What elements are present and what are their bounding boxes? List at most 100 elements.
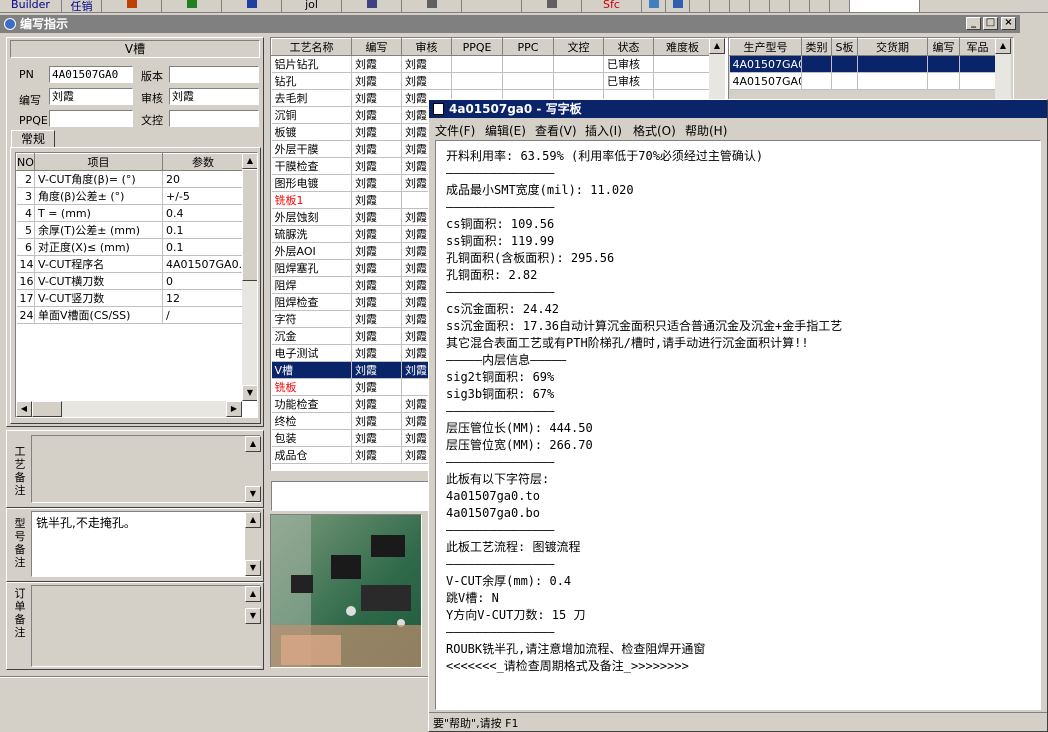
model-cell[interactable]	[831, 72, 858, 90]
model-row[interactable]: 4A01507GA0	[729, 55, 996, 73]
process-author-cell[interactable]: 刘霞	[351, 310, 402, 328]
print-icon[interactable]	[810, 0, 830, 12]
toolbar-icon-1[interactable]	[102, 0, 162, 12]
param-no-cell[interactable]: 24	[16, 306, 35, 324]
process-row[interactable]: 钻孔 刘霞 刘霞 已审核	[271, 72, 712, 90]
process-name-cell[interactable]: 图形电镀	[271, 174, 352, 192]
param-value-cell[interactable]: 0.4	[162, 204, 244, 222]
version-field[interactable]	[169, 66, 259, 83]
process-col-header[interactable]: 状态	[603, 38, 654, 56]
col-param[interactable]: 参数	[162, 153, 244, 171]
process-name-cell[interactable]: 外层干膜	[271, 140, 352, 158]
param-row[interactable]: 3 角度(β)公差± (°) +/-5	[16, 187, 244, 205]
param-no-cell[interactable]: 16	[16, 272, 35, 290]
process-detail-field[interactable]	[271, 481, 431, 511]
param-item-cell[interactable]: V-CUT角度(β)= (°)	[34, 170, 163, 188]
process-empty-cell[interactable]	[502, 72, 554, 90]
order-notes-textarea[interactable]	[31, 585, 261, 667]
ppqe-field[interactable]	[49, 110, 133, 127]
cut-icon[interactable]	[710, 0, 730, 12]
toolbar-icon-8[interactable]	[642, 0, 666, 12]
model-col-header[interactable]: 生产型号	[729, 38, 802, 56]
col-item[interactable]: 项目	[34, 153, 163, 171]
process-author-cell[interactable]: 刘霞	[351, 446, 402, 464]
process-col-header[interactable]: 难度板	[653, 38, 712, 56]
model-cell[interactable]	[927, 55, 960, 73]
process-name-cell[interactable]: 去毛刺	[271, 89, 352, 107]
param-table-hscrollbar[interactable]: ◀ ▶	[16, 401, 242, 417]
param-value-cell[interactable]: 12	[162, 289, 244, 307]
param-item-cell[interactable]: V-CUT横刀数	[34, 272, 163, 290]
menu-file[interactable]: 文件(F)	[435, 122, 475, 139]
scroll-up-icon[interactable]: ▲	[709, 38, 725, 54]
process-name-cell[interactable]: 沉铜	[271, 106, 352, 124]
model-cell[interactable]	[959, 55, 996, 73]
model-cell[interactable]: 4A01507GA0	[729, 72, 802, 90]
model-cell[interactable]	[857, 72, 928, 90]
model-cell[interactable]: 4A01507GA0	[729, 55, 802, 73]
param-row[interactable]: 4T = (mm) 0.4	[16, 204, 244, 222]
toolbar-icon-5[interactable]	[402, 0, 462, 12]
param-row[interactable]: 5 余厚(T)公差± (mm) 0.1	[16, 221, 244, 239]
process-name-cell[interactable]: 终检	[271, 412, 352, 430]
process-author-cell[interactable]: 刘霞	[351, 429, 402, 447]
process-author-cell[interactable]: 刘霞	[351, 293, 402, 311]
param-table-vscrollbar[interactable]: ▲ ▼	[242, 153, 257, 401]
param-item-cell[interactable]: 角度(β)公差± (°)	[34, 187, 163, 205]
close-button[interactable]: ×	[1001, 17, 1016, 30]
process-author-cell[interactable]: 刘霞	[351, 72, 402, 90]
process-empty-cell[interactable]	[502, 55, 554, 73]
process-name-cell[interactable]: 铣板	[271, 378, 352, 396]
param-no-cell[interactable]: 3	[16, 187, 35, 205]
process-author-cell[interactable]: 刘霞	[351, 259, 402, 277]
param-item-cell[interactable]: 对正度(X)≤ (mm)	[34, 238, 163, 256]
param-row[interactable]: 2 V-CUT角度(β)= (°) 20	[16, 170, 244, 188]
process-name-cell[interactable]: 钻孔	[271, 72, 352, 90]
process-author-cell[interactable]: 刘霞	[351, 55, 402, 73]
model-row[interactable]: 4A01507GA0	[729, 72, 996, 90]
param-row[interactable]: 16 V-CUT横刀数 0	[16, 272, 244, 290]
scroll-right-icon[interactable]: ▶	[226, 401, 242, 417]
process-name-cell[interactable]: 成品仓	[271, 446, 352, 464]
process-author-cell[interactable]: 刘霞	[351, 208, 402, 226]
scroll-up-icon[interactable]: ▲	[245, 586, 261, 602]
process-name-cell[interactable]: 硫脲洗	[271, 225, 352, 243]
menu-edit[interactable]: 编辑(E)	[485, 122, 526, 139]
process-row[interactable]: 铝片钻孔 刘霞 刘霞 已审核	[271, 55, 712, 73]
process-name-cell[interactable]: 电子测试	[271, 344, 352, 362]
minimize-button[interactable]: _	[966, 17, 981, 30]
help-icon[interactable]	[830, 0, 850, 12]
wordpad-document[interactable]: 开料利用率: 63.59% (利用率低于70%必须经过主管确认) ————————…	[435, 140, 1041, 710]
scroll-down-icon[interactable]: ▼	[245, 608, 261, 624]
param-value-cell[interactable]: 0.1	[162, 238, 244, 256]
param-item-cell[interactable]: V-CUT竖刀数	[34, 289, 163, 307]
param-no-cell[interactable]: 17	[16, 289, 35, 307]
process-name-cell[interactable]: 包装	[271, 429, 352, 447]
process-name-cell[interactable]: 阻焊	[271, 276, 352, 294]
undo-icon[interactable]	[770, 0, 790, 12]
tab-general[interactable]: 常规	[11, 130, 55, 148]
process-author-cell[interactable]: 刘霞	[351, 378, 402, 396]
scroll-up-icon[interactable]: ▲	[245, 512, 261, 528]
toolbar-item-builder[interactable]: Builder	[0, 0, 62, 12]
toolbar-icon-9[interactable]	[666, 0, 690, 12]
model-cell[interactable]	[831, 55, 858, 73]
process-notes-scrollbar[interactable]: ▲ ▼	[245, 436, 261, 502]
menu-insert[interactable]: 插入(I)	[585, 122, 622, 139]
param-item-cell[interactable]: 单面V槽面(CS/SS)	[34, 306, 163, 324]
menu-help[interactable]: 帮助(H)	[685, 122, 727, 139]
process-name-cell[interactable]: 阻焊塞孔	[271, 259, 352, 277]
param-row[interactable]: 6 对正度(X)≤ (mm) 0.1	[16, 238, 244, 256]
author-field[interactable]: 刘霞	[49, 88, 133, 105]
process-name-cell[interactable]: 功能检查	[271, 395, 352, 413]
scroll-down-icon[interactable]: ▼	[245, 560, 261, 576]
process-empty-cell[interactable]	[653, 55, 712, 73]
process-col-header[interactable]: 工艺名称	[271, 38, 352, 56]
process-col-header[interactable]: PPQE	[451, 38, 503, 56]
hscroll-thumb[interactable]	[32, 401, 62, 417]
process-author-cell[interactable]: 刘霞	[351, 89, 402, 107]
process-author-cell[interactable]: 刘霞	[351, 140, 402, 158]
reviewer-field[interactable]: 刘霞	[169, 88, 259, 105]
param-row[interactable]: 24 单面V槽面(CS/SS) /	[16, 306, 244, 324]
process-name-cell[interactable]: 干膜检查	[271, 157, 352, 175]
